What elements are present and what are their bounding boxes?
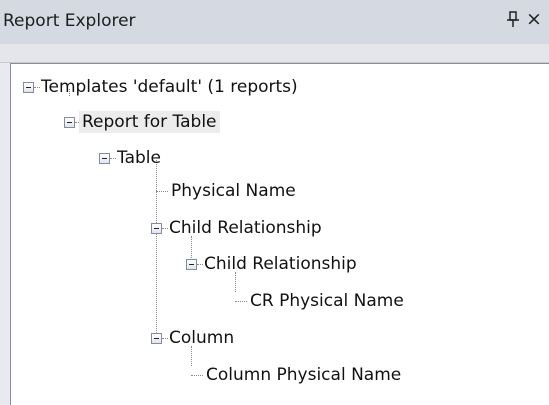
tree-node-child-relationship-inner: Child Relationship bbox=[11, 253, 531, 275]
tree-node-child-relationship: Child Relationship bbox=[11, 217, 531, 239]
tree-node-column: Column bbox=[11, 327, 531, 349]
tree-node-label[interactable]: Column bbox=[166, 327, 237, 349]
panel-title: Report Explorer bbox=[3, 11, 136, 31]
tree-node-label[interactable]: Templates 'default' (1 reports) bbox=[38, 76, 301, 98]
collapse-icon[interactable] bbox=[64, 117, 75, 128]
tree-node-label[interactable]: Report for Table bbox=[79, 111, 220, 133]
tree-connector bbox=[191, 346, 192, 366]
tree-node-root: Templates 'default' (1 reports) bbox=[11, 76, 531, 98]
collapse-icon[interactable] bbox=[99, 153, 110, 164]
pin-icon[interactable] bbox=[505, 10, 521, 30]
tree-node-label[interactable]: Table bbox=[114, 147, 164, 169]
report-tree: Templates 'default' (1 reports) Report f… bbox=[10, 63, 549, 405]
tree-node-physical-name: Physical Name bbox=[11, 180, 531, 202]
tree-node-label[interactable]: Child Relationship bbox=[166, 217, 325, 239]
close-icon[interactable]: × bbox=[526, 8, 542, 30]
collapse-icon[interactable] bbox=[186, 259, 197, 270]
collapse-icon[interactable] bbox=[23, 82, 34, 93]
tree-node-table: Table bbox=[11, 147, 531, 169]
tree-node-label[interactable]: CR Physical Name bbox=[247, 290, 407, 312]
tree-node-label[interactable]: Child Relationship bbox=[201, 253, 360, 275]
tree-node-cr-physical-name: CR Physical Name bbox=[11, 290, 531, 312]
tree-node-column-physical-name: Column Physical Name bbox=[11, 364, 531, 386]
tree-node-label[interactable]: Physical Name bbox=[168, 180, 299, 202]
collapse-icon[interactable] bbox=[151, 333, 162, 344]
tree-node-label[interactable]: Column Physical Name bbox=[203, 364, 404, 386]
tree-connector bbox=[235, 272, 236, 292]
title-bar: Report Explorer × bbox=[0, 0, 549, 44]
panel-toolbar-strip bbox=[0, 44, 549, 63]
tree-node-report: Report for Table bbox=[11, 111, 531, 133]
collapse-icon[interactable] bbox=[151, 223, 162, 234]
